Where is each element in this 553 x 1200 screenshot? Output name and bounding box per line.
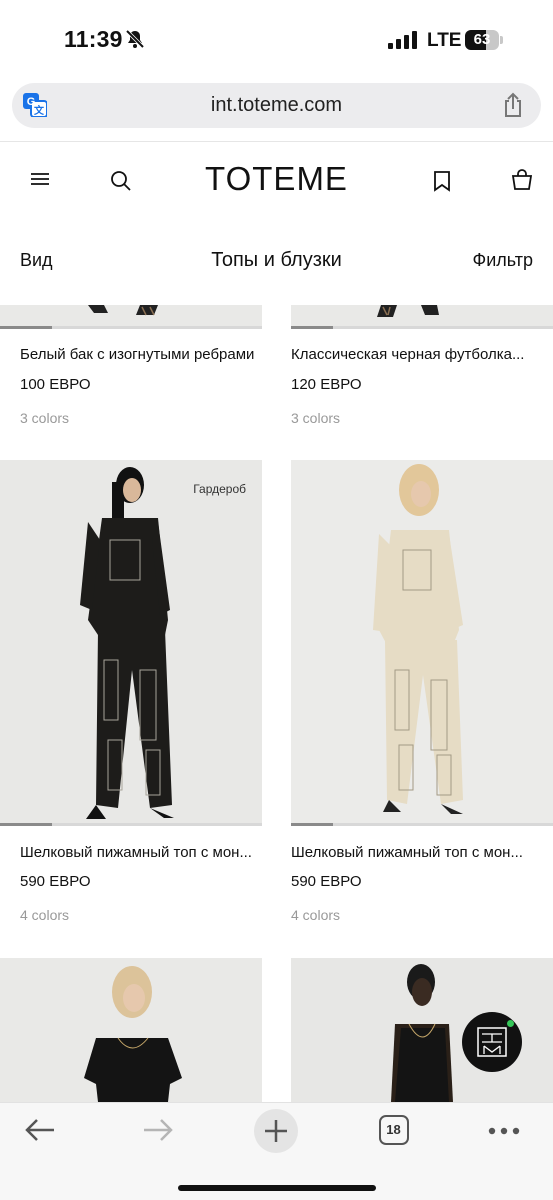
page-title: Топы и блузки <box>211 249 342 271</box>
product-price: 590 ЕВРО <box>291 873 362 890</box>
wardrobe-tag: Гардероб <box>193 482 246 496</box>
product-image[interactable] <box>0 305 262 329</box>
product-grid: Белый бак с изогнутыми ребрами 100 ЕВРО … <box>0 305 553 1102</box>
back-arrow-icon[interactable] <box>24 1117 56 1143</box>
product-colors[interactable]: 3 colors <box>291 410 340 426</box>
model-black-pajama-image <box>80 467 174 819</box>
product-price: 100 ЕВРО <box>20 376 91 393</box>
signal-icon <box>388 31 417 49</box>
bell-muted-icon <box>125 29 145 49</box>
product-card[interactable]: Гардероб Шелковый пижамный топ с мон... … <box>0 460 262 940</box>
tabs-count: 18 <box>386 1122 401 1137</box>
product-image[interactable] <box>0 460 262 826</box>
product-image[interactable] <box>291 305 553 329</box>
forward-arrow-icon[interactable] <box>142 1117 174 1143</box>
brand-chat-button[interactable] <box>462 1012 522 1072</box>
share-icon[interactable] <box>501 92 525 118</box>
plus-icon <box>265 1120 287 1142</box>
product-card[interactable]: Шелковый пижамный топ с мон... 590 ЕВРО … <box>291 460 553 940</box>
status-time: 11:39 <box>64 26 123 52</box>
product-name[interactable]: Белый бак с изогнутыми ребрами <box>20 346 260 363</box>
more-menu-icon[interactable] <box>488 1127 520 1135</box>
site-logo[interactable]: TOTEME <box>0 160 553 198</box>
product-image[interactable] <box>291 460 553 826</box>
header-divider <box>0 141 553 142</box>
new-tab-button[interactable] <box>254 1109 298 1153</box>
product-card[interactable]: Классическая черная футболка... 120 ЕВРО… <box>291 305 553 445</box>
home-indicator <box>178 1185 376 1191</box>
model-cream-pajama-image <box>373 464 463 814</box>
url-text[interactable]: int.toteme.com <box>12 94 541 117</box>
notification-dot <box>507 1020 514 1027</box>
product-price: 120 ЕВРО <box>291 376 362 393</box>
model-black-tshirt-image <box>84 966 182 1102</box>
product-name[interactable]: Классическая черная футболка... <box>291 346 531 363</box>
product-image[interactable] <box>0 958 262 1102</box>
product-name[interactable]: Шелковый пижамный топ с мон... <box>20 844 260 861</box>
product-colors[interactable]: 3 colors <box>20 410 69 426</box>
address-bar[interactable]: G 文 int.toteme.com <box>12 83 541 128</box>
product-price: 590 ЕВРО <box>20 873 91 890</box>
tabs-button[interactable]: 18 <box>379 1115 409 1145</box>
network-type: LTE <box>427 30 462 51</box>
shopping-bag-icon[interactable] <box>511 169 533 191</box>
product-card[interactable]: Белый бак с изогнутыми ребрами 100 ЕВРО … <box>0 305 262 445</box>
filter-button[interactable]: Фильтр <box>473 250 533 271</box>
product-name[interactable]: Шелковый пижамный топ с мон... <box>291 844 531 861</box>
battery-icon: 63 <box>465 30 503 50</box>
product-colors[interactable]: 4 colors <box>20 907 69 923</box>
product-colors[interactable]: 4 colors <box>291 907 340 923</box>
status-bar: 11:39 LTE 63 <box>0 0 553 78</box>
bookmark-icon[interactable] <box>433 170 451 192</box>
product-card[interactable] <box>0 958 262 1102</box>
battery-level: 63 <box>473 31 491 48</box>
browser-toolbar: 18 <box>0 1102 553 1200</box>
